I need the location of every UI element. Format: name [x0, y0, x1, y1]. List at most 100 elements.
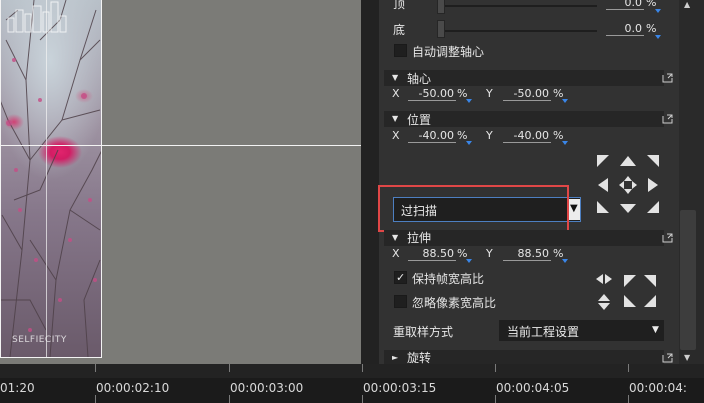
frame-guide-right — [101, 0, 102, 358]
align-left-icon — [598, 178, 608, 192]
ruler-tick — [628, 395, 629, 403]
align-right-icon — [648, 178, 658, 192]
position-section-title: 位置 — [407, 113, 432, 127]
check-icon: ✓ — [396, 271, 406, 284]
chevron-down-icon: ▼ — [652, 325, 659, 335]
branches-illustration — [0, 0, 102, 357]
resample-dropdown-value: 当前工程设置 — [507, 325, 580, 339]
arrow-right-icon — [605, 274, 612, 284]
ruler-tick — [95, 364, 96, 372]
ruler-tick — [95, 395, 96, 403]
axis-y-label: Y — [486, 87, 493, 100]
ruler-tick — [495, 395, 496, 403]
frame-guide-bottom — [0, 357, 102, 358]
rotation-expand-icon[interactable]: ► — [392, 353, 398, 362]
video-preview[interactable]: SELFIECITY — [0, 0, 361, 364]
chevron-down-icon: ▼ — [570, 203, 578, 214]
panel-divider[interactable] — [361, 0, 379, 364]
scrollbar-thumb[interactable] — [680, 210, 696, 350]
position-x-value[interactable]: -40.00 — [408, 130, 456, 143]
highlight-annotation-box — [378, 185, 569, 232]
watermark-text: SELFIECITY — [12, 335, 67, 345]
auto-center-checkbox[interactable] — [394, 44, 407, 57]
stretch-collapse-icon[interactable]: ▼ — [392, 233, 398, 242]
stretch-y-value[interactable]: 88.50 — [503, 248, 551, 261]
align-bottom-icon — [620, 204, 636, 213]
frame-guide-left — [0, 0, 1, 358]
stretch-y-spin-icon[interactable] — [562, 259, 568, 263]
position-y-label: Y — [486, 129, 493, 142]
axis-x-label: X — [392, 87, 400, 100]
position-reset-icon[interactable] — [662, 114, 673, 124]
ignore-pixel-checkbox[interactable] — [394, 295, 407, 308]
ignore-pixel-label: 忽略像素宽高比 — [412, 296, 497, 310]
align-top-left-icon — [597, 155, 609, 167]
scroll-up-icon[interactable]: ▲ — [684, 0, 690, 9]
position-y-value[interactable]: -40.00 — [503, 130, 551, 143]
timecode-label: 00:00:04: — [629, 381, 687, 395]
ruler-tick — [628, 364, 629, 372]
auto-center-label: 自动调整轴心 — [412, 45, 485, 59]
top-crop-slider-knob[interactable] — [437, 0, 445, 14]
ruler-tick — [229, 364, 230, 372]
position-x-label: X — [392, 129, 400, 142]
fit-to-frame-icon[interactable] — [622, 273, 658, 309]
top-crop-spin-icon[interactable] — [655, 9, 661, 13]
position-x-spin-icon[interactable] — [466, 141, 472, 145]
center-guide-vertical — [46, 0, 47, 358]
rotation-reset-icon[interactable] — [662, 353, 673, 363]
stretch-y-label: Y — [486, 247, 493, 260]
stretch-reset-icon[interactable] — [662, 233, 673, 243]
arrow-left-icon — [596, 274, 603, 284]
top-crop-slider-track[interactable] — [440, 5, 597, 7]
axis-x-spin-icon[interactable] — [466, 99, 472, 103]
timecode-label: 00:00:03:00 — [230, 381, 304, 395]
axis-x-value[interactable]: -50.00 — [408, 88, 456, 101]
keep-ratio-label: 保持帧宽高比 — [412, 272, 485, 286]
ruler-tick — [495, 364, 496, 372]
arrow-down-icon — [598, 303, 610, 310]
axis-collapse-icon[interactable]: ▼ — [392, 73, 398, 82]
arrow-up-icon — [598, 294, 610, 301]
app-root: SELFIECITY 顶 0.0 % 底 0.0 % 自动调整轴心 ▼ 轴心 X… — [0, 0, 704, 403]
ruler-tick — [362, 395, 363, 403]
timecode-label: 00:00:02:10 — [96, 381, 170, 395]
top-crop-label: 顶 — [393, 0, 406, 11]
align-bottom-right-icon — [647, 201, 659, 213]
axis-section-title: 轴心 — [407, 72, 432, 86]
stretch-x-value[interactable]: 88.50 — [408, 248, 456, 261]
center-guide-horizontal — [0, 145, 361, 146]
bottom-crop-slider-track[interactable] — [440, 30, 597, 32]
alignment-pad[interactable] — [594, 152, 662, 216]
swap-aspect-icons[interactable] — [594, 272, 614, 312]
align-top-icon — [620, 156, 636, 166]
timeline-ruler-bar — [0, 364, 704, 378]
axis-y-value[interactable]: -50.00 — [503, 88, 551, 101]
align-top-right-icon — [647, 155, 659, 167]
position-y-spin-icon[interactable] — [562, 141, 568, 145]
top-crop-value[interactable]: 0.0 — [606, 0, 644, 10]
ruler-tick — [362, 364, 363, 372]
stretch-x-spin-icon[interactable] — [466, 259, 472, 263]
stretch-section-title: 拉伸 — [407, 231, 432, 245]
align-bottom-left-icon — [597, 201, 609, 213]
position-collapse-icon[interactable]: ▼ — [392, 114, 398, 123]
scroll-down-icon[interactable]: ▼ — [684, 353, 690, 362]
bottom-crop-spin-icon[interactable] — [655, 35, 661, 39]
top-crop-percent: % — [646, 0, 657, 9]
bottom-crop-slider-knob[interactable] — [437, 20, 445, 38]
resample-label: 重取样方式 — [393, 325, 454, 339]
stretch-x-label: X — [392, 247, 400, 260]
watermark-skyline-icon — [7, 1, 67, 33]
timecode-label: 01:20 — [0, 381, 35, 395]
preview-image: SELFIECITY — [0, 0, 102, 357]
axis-y-spin-icon[interactable] — [562, 99, 568, 103]
ruler-tick — [229, 395, 230, 403]
align-center-icon — [619, 176, 637, 194]
bottom-crop-value[interactable]: 0.0 — [606, 23, 644, 36]
timecode-label: 00:00:04:05 — [496, 381, 570, 395]
bottom-crop-percent: % — [646, 22, 657, 35]
bottom-crop-label: 底 — [393, 23, 406, 37]
axis-reset-icon[interactable] — [662, 73, 673, 83]
timecode-label: 00:00:03:15 — [363, 381, 437, 395]
